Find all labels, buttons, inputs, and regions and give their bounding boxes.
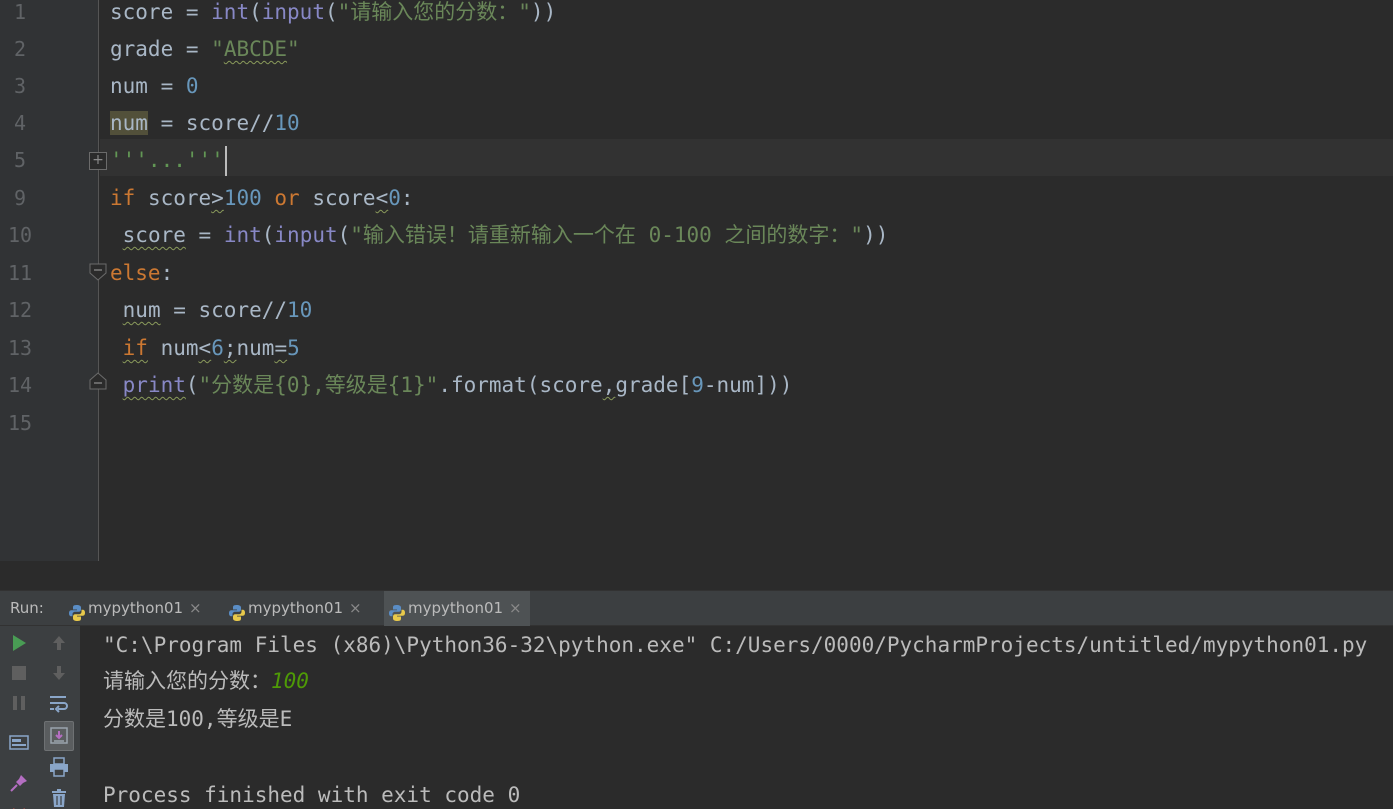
pause-icon [13, 696, 25, 710]
scroll-down-button[interactable] [45, 660, 73, 688]
trash-icon [52, 789, 66, 807]
pin-button[interactable] [5, 769, 33, 797]
print-icon [50, 757, 68, 777]
close-icon[interactable]: × [349, 599, 362, 617]
console-user-input: 100 [271, 669, 309, 693]
run-tab-label: mypython01 [248, 599, 344, 617]
pause-button[interactable] [5, 690, 33, 718]
console-line-prompt: 请输入您的分数：100 [103, 669, 309, 693]
code-line-12: num = score//10 [122, 298, 313, 322]
down-arrow-icon [53, 666, 65, 680]
run-tab-label: mypython01 [88, 599, 184, 617]
line-number: 3 [13, 74, 27, 98]
fold-end-icon[interactable] [89, 372, 107, 390]
code-line-14: print("分数是{0},等级是{1}".format(score,grade… [122, 373, 793, 397]
code-line-13: if num<6;num=5 [122, 336, 300, 360]
close-icon[interactable]: × [189, 599, 202, 617]
scroll-to-end-icon [50, 727, 68, 744]
layout-button[interactable] [5, 730, 33, 758]
console-line-exit: Process finished with exit code 0 [103, 783, 521, 807]
run-icon [13, 635, 26, 651]
line-number: 2 [13, 37, 27, 61]
code-line-2: grade = "ABCDE" [110, 37, 300, 61]
line-number: 13 [7, 336, 33, 360]
clear-all-button[interactable] [45, 784, 73, 809]
line-number: 11 [7, 261, 33, 285]
console-line-result: 分数是100,等级是E [103, 707, 293, 731]
close-icon[interactable]: × [509, 599, 522, 617]
line-number: 1 [13, 0, 27, 24]
code-line-10: score = int(input("输入错误！请重新输入一个在 0-100 之… [122, 223, 889, 247]
console-output[interactable]: "C:\Program Files (x86)\Python36-32\pyth… [103, 626, 1393, 809]
run-tab-3-active[interactable]: mypython01 × [384, 591, 530, 626]
stop-icon [12, 666, 26, 680]
code-line-4: num = score//10 [110, 111, 300, 135]
text-caret [224, 146, 227, 176]
layout-icon [9, 735, 29, 750]
line-number-gutter: 1 2 3 4 5 9 10 11 12 13 14 15 [0, 0, 99, 561]
run-toolbar [0, 626, 80, 809]
code-line-3: num = 0 [110, 74, 199, 98]
code-line-5: '''...''' [110, 142, 227, 179]
fold-expand-icon[interactable]: + [89, 152, 107, 170]
stop-button[interactable] [5, 660, 33, 688]
line-number: 15 [7, 411, 33, 435]
code-line-9: if score>100 or score<0: [110, 186, 414, 210]
line-number: 5 [13, 148, 27, 172]
rerun-button[interactable] [5, 630, 33, 658]
scroll-up-button[interactable] [45, 630, 73, 658]
soft-wrap-button[interactable] [45, 690, 73, 718]
soft-wrap-icon [50, 696, 68, 713]
run-tab-2[interactable]: mypython01 × [224, 591, 374, 626]
close-icon [13, 808, 25, 809]
scroll-to-end-button[interactable] [44, 721, 74, 751]
line-number: 9 [13, 186, 27, 210]
fold-collapse-icon[interactable] [89, 263, 107, 281]
code-line-11: else: [110, 261, 174, 285]
current-line-highlight [100, 139, 1393, 176]
close-run-button[interactable] [5, 802, 33, 809]
pin-icon [10, 775, 27, 792]
code-editor[interactable]: 1 2 3 4 5 9 10 11 12 13 14 15 + score = … [0, 0, 1393, 561]
up-arrow-icon [53, 636, 65, 650]
line-number: 10 [7, 223, 33, 247]
line-number: 12 [7, 298, 33, 322]
print-button[interactable] [45, 753, 73, 781]
run-panel-header: Run: mypython01 × mypython01 × mypython01 × [0, 590, 1393, 626]
code-line-1: score = int(input("请输入您的分数：")) [110, 0, 557, 24]
run-tab-1[interactable]: mypython01 × [64, 591, 214, 626]
line-number: 14 [7, 373, 33, 397]
console-line-command: "C:\Program Files (x86)\Python36-32\pyth… [103, 633, 1368, 657]
line-number: 4 [13, 111, 27, 135]
run-tab-label: mypython01 [408, 599, 504, 617]
run-label: Run: [10, 599, 44, 617]
